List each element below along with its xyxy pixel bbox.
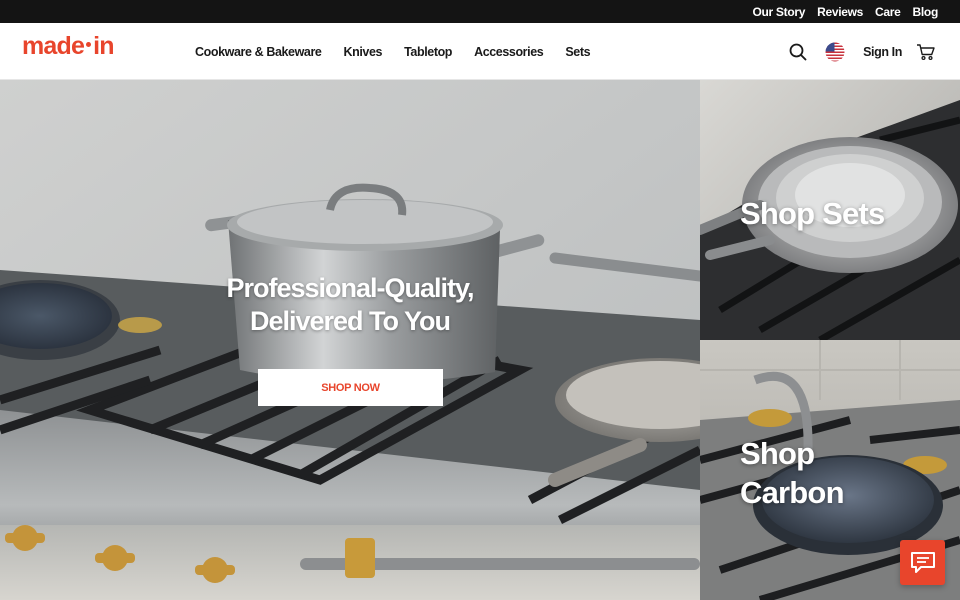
nav-item-knives[interactable]: Knives bbox=[344, 45, 383, 59]
blog-link[interactable]: Blog bbox=[913, 5, 939, 19]
hero-title-line1: Professional-Quality, bbox=[226, 273, 474, 303]
cart-icon[interactable] bbox=[916, 43, 936, 61]
site-header: made in Cookware & Bakeware Knives Tablet… bbox=[0, 23, 960, 80]
shop-carbon-label: Shop Carbon bbox=[740, 434, 880, 512]
us-flag-icon[interactable] bbox=[825, 42, 845, 62]
nav-item-accessories[interactable]: Accessories bbox=[474, 45, 544, 59]
nav-item-tabletop[interactable]: Tabletop bbox=[404, 45, 452, 59]
logo-text-left: made bbox=[22, 32, 85, 60]
shop-carbon-line2: Carbon bbox=[740, 475, 845, 510]
shop-sets-tile[interactable]: Shop Sets bbox=[700, 80, 960, 340]
shop-now-button[interactable]: SHOP NOW bbox=[258, 369, 443, 406]
search-icon[interactable] bbox=[789, 43, 807, 61]
nav-item-cookware[interactable]: Cookware & Bakeware bbox=[195, 45, 322, 59]
made-in-logo[interactable]: made in bbox=[22, 32, 115, 61]
shop-sets-label: Shop Sets bbox=[740, 196, 885, 231]
utility-bar: Our Story Reviews Care Blog bbox=[0, 0, 960, 23]
our-story-link[interactable]: Our Story bbox=[752, 5, 805, 19]
hero-banner[interactable]: Professional-Quality, Delivered To You S… bbox=[0, 80, 700, 600]
header-actions: Sign In bbox=[789, 23, 936, 80]
reviews-link[interactable]: Reviews bbox=[817, 5, 863, 19]
care-link[interactable]: Care bbox=[875, 5, 901, 19]
chat-button[interactable] bbox=[900, 540, 945, 585]
hero-title-line2: Delivered To You bbox=[249, 306, 451, 336]
hero-headline: Professional-Quality, Delivered To You bbox=[0, 272, 700, 338]
sign-in-link[interactable]: Sign In bbox=[863, 45, 902, 59]
main-nav: Cookware & Bakeware Knives Tabletop Acce… bbox=[195, 23, 591, 80]
logo-dot bbox=[86, 41, 92, 47]
logo-text-right: in bbox=[93, 32, 114, 60]
nav-item-sets[interactable]: Sets bbox=[565, 45, 590, 59]
hero-image bbox=[0, 80, 700, 600]
chat-icon bbox=[910, 551, 936, 575]
shop-carbon-line1: Shop bbox=[740, 436, 815, 471]
